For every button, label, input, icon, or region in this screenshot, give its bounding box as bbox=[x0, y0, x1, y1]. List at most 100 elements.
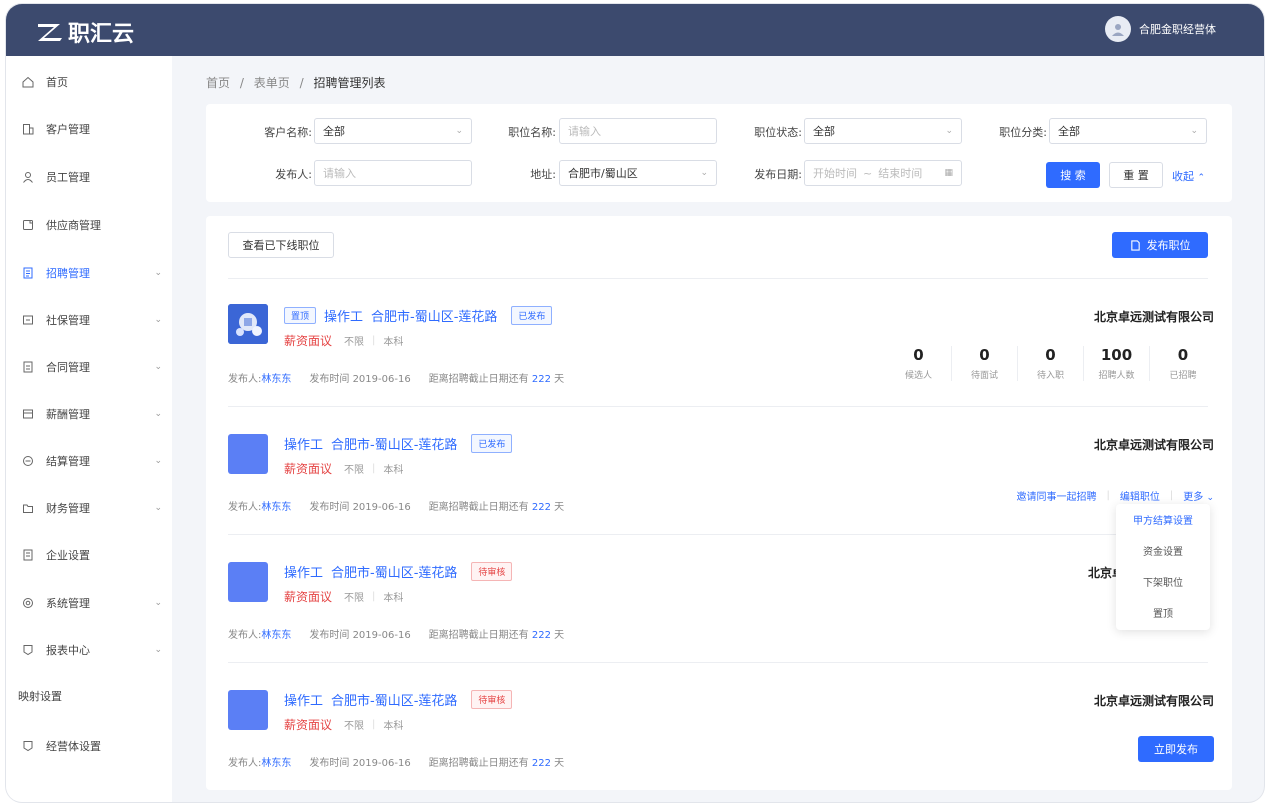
chevron-down-icon: ⌄ bbox=[154, 645, 162, 655]
sidebar-item-label: 社保管理 bbox=[46, 314, 90, 327]
sidebar-item-label: 系统管理 bbox=[46, 597, 90, 610]
customer-select[interactable]: 全部 ⌄ bbox=[314, 118, 472, 144]
publish-time-label: 发布时间 bbox=[309, 374, 350, 385]
publisher-label: 发布人: bbox=[275, 168, 312, 181]
sidebar-item-settlement[interactable]: 结算管理 ⌄ bbox=[6, 449, 172, 473]
job-card[interactable]: 置顶 操作工 合肥市-蜀山区-莲花路 已发布 薪资面议 不限 | 本科 发布人:… bbox=[206, 278, 1232, 406]
publisher-name[interactable]: 林东东 bbox=[261, 502, 291, 513]
menu-item-client-settlement[interactable]: 甲方结算设置 bbox=[1116, 504, 1210, 535]
breadcrumb-form[interactable]: 表单页 bbox=[254, 76, 290, 90]
sidebar-item-social-insurance[interactable]: 社保管理 ⌄ bbox=[6, 308, 172, 332]
sidebar-item-label: 供应商管理 bbox=[46, 219, 101, 232]
menu-item-take-offline[interactable]: 下架职位 bbox=[1116, 566, 1210, 597]
publish-time-label: 发布时间 bbox=[309, 502, 350, 513]
logo[interactable]: 职汇云 bbox=[36, 16, 134, 48]
job-card[interactable]: 操作工 合肥市-蜀山区-莲花路 待审核 薪资面议 不限 | 本科 发布人:林东东… bbox=[206, 534, 1232, 662]
job-location[interactable]: 合肥市-蜀山区-莲花路 bbox=[331, 434, 457, 453]
status-badge: 待审核 bbox=[471, 690, 513, 709]
publish-job-button[interactable]: 发布职位 bbox=[1112, 232, 1208, 258]
job-location[interactable]: 合肥市-蜀山区-莲花路 bbox=[331, 562, 457, 581]
publisher-name[interactable]: 林东东 bbox=[261, 630, 291, 641]
job-requirements: 薪资面议 不限 | 本科 bbox=[284, 462, 404, 476]
sidebar-item-system[interactable]: 系统管理 ⌄ bbox=[6, 591, 172, 615]
user-menu[interactable]: 合肥金职经营体 bbox=[1105, 16, 1216, 42]
reset-button[interactable]: 重 置 bbox=[1109, 162, 1163, 188]
deadline-unit: 天 bbox=[554, 502, 565, 513]
recruit-icon bbox=[22, 267, 34, 279]
deadline-label: 距离招聘截止日期还有 bbox=[428, 374, 529, 385]
stat-number: 100 bbox=[1100, 346, 1133, 364]
publisher-meta-label: 发布人: bbox=[228, 630, 262, 641]
invite-colleague-link[interactable]: 邀请同事一起招聘 bbox=[1017, 488, 1097, 503]
job-title[interactable]: 操作工 bbox=[324, 306, 363, 325]
job-title[interactable]: 操作工 bbox=[284, 690, 323, 709]
breadcrumb-home[interactable]: 首页 bbox=[206, 76, 230, 90]
sidebar-item-recruitment[interactable]: 招聘管理 ⌄ bbox=[6, 261, 172, 285]
deadline-days: 222 bbox=[531, 374, 551, 385]
sidebar-item-enterprise[interactable]: 企业设置 bbox=[6, 543, 172, 567]
stat-candidates[interactable]: 0 候选人 bbox=[886, 346, 952, 381]
job-category-select[interactable]: 全部 ⌄ bbox=[1049, 118, 1207, 144]
deadline-days: 222 bbox=[531, 502, 551, 513]
insurance-icon bbox=[22, 314, 34, 326]
stat-label: 招聘人数 bbox=[1098, 371, 1135, 381]
customer-label: 客户名称: bbox=[264, 126, 312, 139]
edit-job-link[interactable]: 编辑职位 bbox=[1120, 488, 1160, 503]
publisher-name[interactable]: 林东东 bbox=[261, 374, 291, 385]
job-thumbnail bbox=[228, 562, 268, 602]
sidebar-item-label: 员工管理 bbox=[46, 171, 90, 184]
sidebar-item-home[interactable]: 首页 bbox=[6, 70, 172, 94]
publish-now-button[interactable]: 立即发布 bbox=[1138, 736, 1214, 762]
salary: 薪资面议 bbox=[284, 462, 333, 476]
shield-icon bbox=[22, 740, 34, 752]
sidebar-item-contracts[interactable]: 合同管理 ⌄ bbox=[6, 355, 172, 379]
company-name: 北京卓远测试有限公司 bbox=[1093, 694, 1214, 708]
publish-job-label: 发布职位 bbox=[1146, 239, 1191, 252]
location-label: 地址: bbox=[530, 168, 556, 181]
menu-item-fund-settings[interactable]: 资金设置 bbox=[1116, 535, 1210, 566]
job-title[interactable]: 操作工 bbox=[284, 434, 323, 453]
sidebar-item-business-unit[interactable]: 经营体设置 bbox=[6, 734, 172, 758]
job-meta: 发布人:林东东 发布时间 2019-06-16 距离招聘截止日期还有 222 天 bbox=[228, 626, 564, 641]
avatar[interactable] bbox=[1105, 16, 1131, 42]
collapse-filters-link[interactable]: 收起 ⌃ bbox=[1172, 168, 1205, 184]
job-status-select[interactable]: 全部 ⌄ bbox=[804, 118, 962, 144]
location-select[interactable]: 合肥市/蜀山区 ⌄ bbox=[559, 160, 717, 186]
more-actions-link[interactable]: 更多 ⌄ bbox=[1183, 488, 1214, 503]
sidebar-item-label: 报表中心 bbox=[46, 644, 90, 657]
breadcrumb-separator: / bbox=[239, 76, 244, 90]
job-name-input[interactable]: 请输入 bbox=[559, 118, 717, 144]
sidebar-item-reports[interactable]: 报表中心 ⌄ bbox=[6, 638, 172, 662]
job-requirements: 薪资面议 不限 | 本科 bbox=[284, 718, 404, 732]
stat-to-onboard[interactable]: 0 待入职 bbox=[1018, 346, 1084, 381]
salary: 薪资面议 bbox=[284, 334, 333, 348]
view-offline-jobs-button[interactable]: 查看已下线职位 bbox=[228, 232, 334, 258]
publisher-input[interactable]: 请输入 bbox=[314, 160, 472, 186]
job-card[interactable]: 操作工 合肥市-蜀山区-莲花路 待审核 薪资面议 不限 | 本科 发布人:林东东… bbox=[206, 662, 1232, 790]
job-location[interactable]: 合肥市-蜀山区-莲花路 bbox=[371, 306, 497, 325]
sidebar-item-suppliers[interactable]: 供应商管理 bbox=[6, 213, 172, 237]
company-name: 北京卓远测试有限公司 bbox=[1093, 310, 1214, 324]
publish-date-range[interactable]: 开始时间 ~ 结束时间 ▦ bbox=[804, 160, 962, 186]
menu-item-pin-top[interactable]: 置顶 bbox=[1116, 597, 1210, 628]
publisher-name[interactable]: 林东东 bbox=[261, 758, 291, 769]
search-button[interactable]: 搜 索 bbox=[1046, 162, 1100, 188]
job-title-line: 置顶 操作工 合肥市-蜀山区-莲花路 已发布 bbox=[284, 306, 553, 325]
experience: 不限 bbox=[344, 721, 365, 732]
sidebar-item-payroll[interactable]: 薪酬管理 ⌄ bbox=[6, 402, 172, 426]
job-title[interactable]: 操作工 bbox=[284, 562, 323, 581]
sidebar-item-label: 企业设置 bbox=[46, 549, 90, 562]
stat-hired[interactable]: 0 已招聘 bbox=[1150, 346, 1216, 381]
chevron-down-icon: ⌄ bbox=[154, 268, 162, 278]
sidebar-item-customers[interactable]: 客户管理 bbox=[6, 117, 172, 141]
stat-to-interview[interactable]: 0 待面试 bbox=[952, 346, 1018, 381]
company-name: 北京卓远测试有限公司 bbox=[1093, 438, 1214, 452]
user-icon bbox=[22, 171, 34, 183]
stat-headcount[interactable]: 100 招聘人数 bbox=[1084, 346, 1150, 381]
deadline-days: 222 bbox=[531, 630, 551, 641]
job-card[interactable]: 操作工 合肥市-蜀山区-莲花路 已发布 薪资面议 不限 | 本科 发布人:林东东… bbox=[206, 406, 1232, 534]
job-location[interactable]: 合肥市-蜀山区-莲花路 bbox=[331, 690, 457, 709]
publisher-meta-label: 发布人: bbox=[228, 502, 262, 513]
sidebar-item-finance[interactable]: 财务管理 ⌄ bbox=[6, 496, 172, 520]
sidebar-item-employees[interactable]: 员工管理 bbox=[6, 165, 172, 189]
